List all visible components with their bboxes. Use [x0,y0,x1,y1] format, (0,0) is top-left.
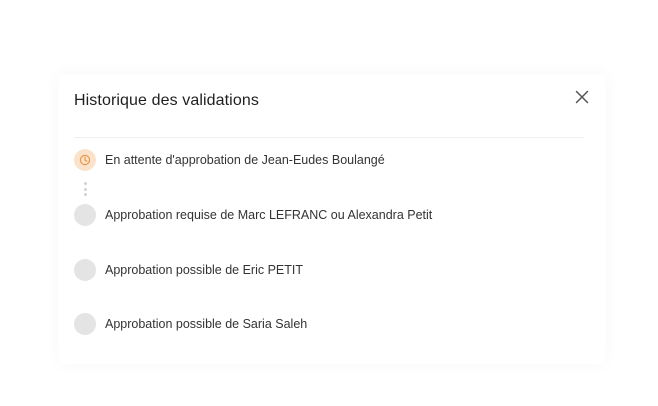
close-button[interactable] [571,86,593,108]
validation-step-optional-1: Approbation possible de Eric PETIT [74,259,303,281]
step-label: Approbation possible de Eric PETIT [105,263,304,277]
pending-status-badge [74,149,96,171]
header-divider [74,137,584,138]
upcoming-status-circle [74,204,96,226]
upcoming-status-circle [74,259,96,281]
dialog-title: Historique des validations [74,92,259,109]
validation-history-dialog: Historique des validations En attente d'… [58,74,606,364]
validation-step-pending: En attente d'approbation de Jean-Eudes B… [74,149,385,171]
close-icon [575,90,589,104]
validation-step-required: Approbation requise de Marc LEFRANC ou A… [74,204,432,226]
clock-icon [79,154,91,166]
step-label: En attente d'approbation de Jean-Eudes B… [105,153,385,167]
step-label: Approbation requise de Marc LEFRANC ou A… [105,208,433,222]
step-label: Approbation possible de Saria Saleh [105,317,308,331]
validation-step-optional-2: Approbation possible de Saria Saleh [74,313,307,335]
upcoming-status-circle [74,313,96,335]
step-connector [84,182,87,196]
